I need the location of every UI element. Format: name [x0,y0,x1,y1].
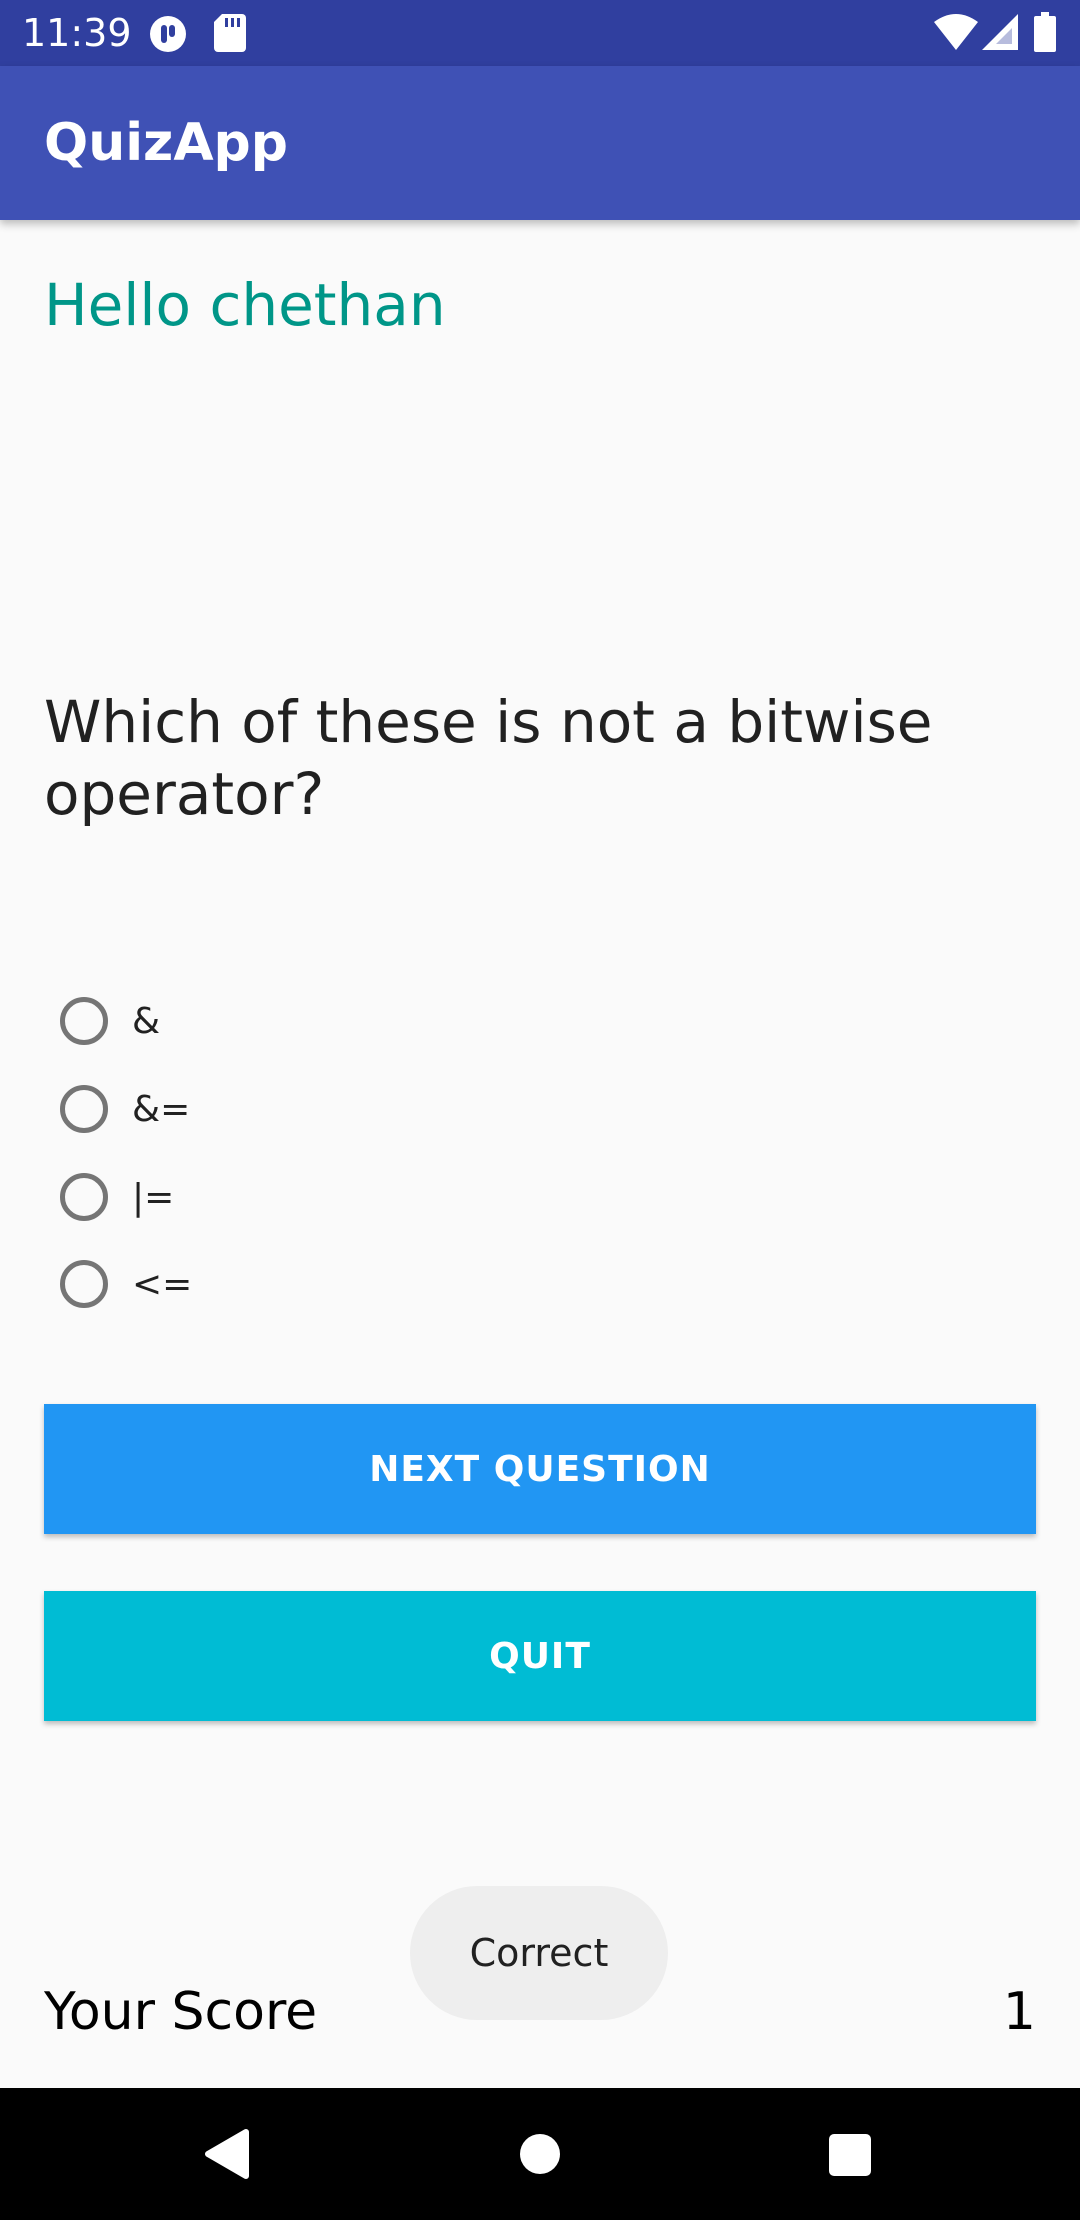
app-bar: QuizApp [0,66,1080,220]
signal-icon [982,14,1018,54]
radio-icon[interactable] [60,997,108,1045]
option-radio[interactable]: &= [58,1082,458,1146]
toast-message: Correct [410,1886,668,2020]
sd-card-icon [214,14,246,56]
battery-icon [1034,12,1056,56]
option-label: |= [132,1177,175,1218]
status-time: 11:39 [22,11,132,55]
score-label: Your Score [44,1982,318,2042]
option-label: & [132,1001,161,1042]
question-text: Which of these is not a bitwise operator… [44,688,933,828]
back-icon[interactable] [204,2128,250,2184]
option-label: &= [132,1089,191,1130]
option-radio[interactable]: <= [58,1257,458,1321]
option-label: <= [132,1264,193,1305]
option-radio[interactable]: & [58,994,458,1058]
wifi-icon [934,14,978,54]
radio-icon[interactable] [60,1173,108,1221]
next-question-button[interactable]: NEXT QUESTION [44,1404,1036,1534]
score-value: 1 [1002,1982,1036,2042]
option-radio[interactable]: |= [58,1170,458,1234]
greeting-text: Hello chethan [44,271,446,339]
recents-icon[interactable] [829,2134,871,2180]
radio-icon[interactable] [60,1260,108,1308]
navigation-bar [0,2088,1080,2220]
home-icon[interactable] [519,2133,561,2179]
app-title: QuizApp [44,113,289,173]
status-bar: 11:39 [0,0,1080,66]
quit-button[interactable]: QUIT [44,1591,1036,1721]
pocket-icon [148,14,188,58]
radio-icon[interactable] [60,1085,108,1133]
